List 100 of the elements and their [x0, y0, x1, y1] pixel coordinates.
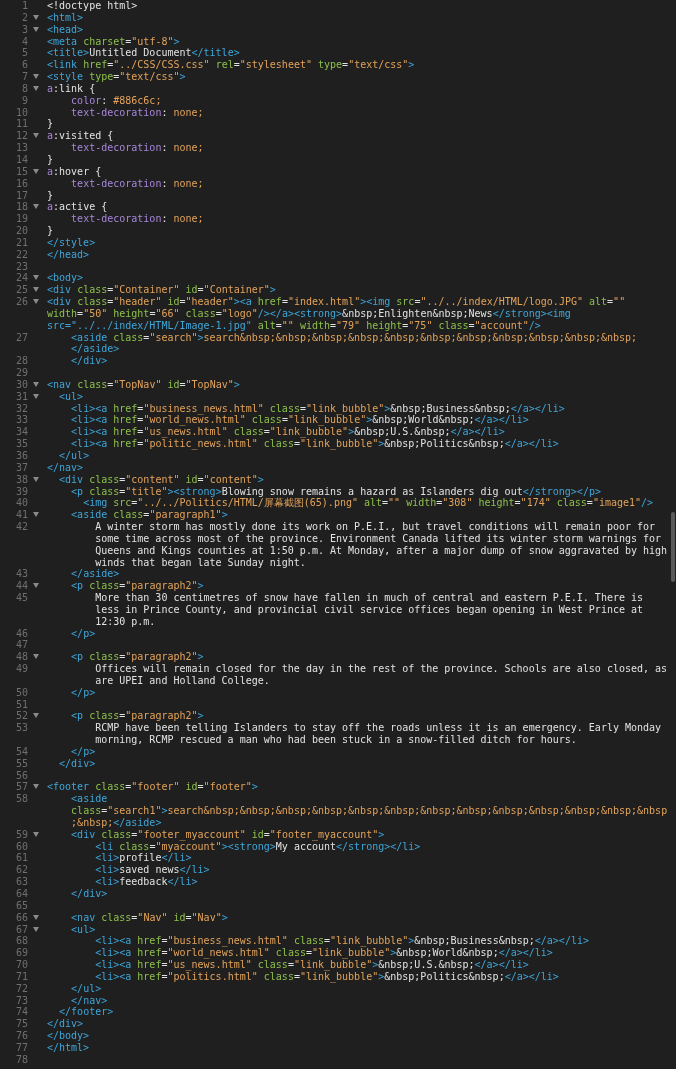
- code-line: <li><a href="business_news.html" class="link_bubble">&nbsp;Business&nbsp;</a></li>: [94, 935, 589, 948]
- line-number: 36: [14, 450, 28, 462]
- line-number: 12: [14, 130, 28, 143]
- line-number: 9: [20, 94, 28, 107]
- line-number: 77: [14, 1041, 28, 1054]
- code-line: </ul>: [70, 982, 102, 995]
- code-line: morning, RCMP rescued a man who had been stuck in a snow-filled ditch for hours.: [95, 734, 577, 746]
- code-line: </aside>: [70, 568, 120, 581]
- line-number: 35: [14, 438, 28, 450]
- line-number: 28: [14, 355, 28, 368]
- fold-arrow-icon[interactable]: [33, 914, 39, 920]
- code-line: ;&nbsp;</aside>: [70, 816, 162, 829]
- fold-arrow-icon[interactable]: [33, 784, 39, 790]
- fold-arrow-icon[interactable]: [33, 204, 39, 210]
- line-number: 40: [14, 497, 28, 510]
- code-line: </p>: [70, 686, 96, 699]
- fold-arrow-icon[interactable]: [33, 133, 39, 139]
- line-number: 59: [14, 828, 28, 841]
- code-line: }: [47, 225, 54, 237]
- fold-arrow-icon[interactable]: [33, 74, 39, 80]
- fold-arrow-icon[interactable]: [33, 831, 39, 837]
- code-line: text-decoration: none;: [70, 213, 204, 225]
- code-line: class="search1">search&nbsp;&nbsp;&nbsp;&nbsp;&nbsp;&nbsp;&nbsp;&nbsp;&nbsp;&nbsp;&nbsp;&nbsp;&nbsp: [70, 805, 668, 817]
- line-number: 22: [14, 248, 28, 261]
- line-number: 62: [14, 864, 28, 877]
- fold-arrow-icon[interactable]: [33, 926, 39, 932]
- line-number: 52: [14, 710, 28, 723]
- code-line: <title>Untitled Document</title>: [47, 47, 240, 60]
- line-number: 48: [14, 651, 28, 664]
- line-number: 51: [14, 698, 28, 711]
- line-number: 2: [20, 11, 28, 24]
- line-number: 78: [14, 1053, 28, 1066]
- code-line: <div class="footer_myaccount" id="footer_myaccount">: [70, 828, 385, 841]
- code-line: <p class="title"><strong>Blowing snow remains a hazard as Islanders dig out</strong></p>: [70, 485, 601, 497]
- fold-arrow-icon[interactable]: [33, 393, 39, 399]
- fold-arrow-icon[interactable]: [33, 654, 39, 660]
- line-number: 55: [14, 757, 28, 770]
- code-line: src="../../index/HTML/Image-1.jpg" alt="" width="79" height="75" class="account"/>: [47, 319, 541, 332]
- code-line: </html>: [47, 1041, 90, 1054]
- code-line: text-decoration: none;: [70, 106, 204, 119]
- code-line: <aside class="search">search&nbsp;&nbsp;&nbsp;&nbsp;&nbsp;&nbsp;&nbsp;&nbsp;&nbsp;&nbsp;&nbsp;: [70, 331, 638, 344]
- code-line: <footer class="footer" id="footer">: [47, 781, 258, 794]
- line-number: 6: [20, 59, 28, 72]
- code-line: </div>: [58, 757, 96, 770]
- line-number: 26: [14, 296, 28, 310]
- fold-arrow-icon[interactable]: [33, 287, 39, 293]
- code-line: </div>: [47, 1018, 84, 1031]
- code-line: </ul>: [58, 450, 90, 462]
- code-line: <head>: [47, 23, 84, 36]
- line-number: 54: [14, 745, 28, 758]
- line-number: 67: [14, 923, 28, 936]
- code-line: less in Prince County, and provincial civil service offices began opening in West Prince at: [94, 603, 644, 616]
- code-line: <meta charset="utf-8">: [47, 35, 180, 48]
- line-number: 37: [14, 461, 28, 474]
- code-line: <nav class="Nav" id="Nav">: [70, 911, 228, 924]
- line-number: 1: [20, 0, 28, 12]
- line-number: 75: [14, 1018, 28, 1031]
- line-number: 45: [14, 592, 28, 606]
- line-number: 17: [14, 189, 28, 202]
- line-number: 29: [14, 367, 28, 379]
- code-line: }: [47, 118, 54, 131]
- line-number: 19: [14, 213, 28, 226]
- fold-arrow-icon[interactable]: [33, 275, 39, 281]
- fold-arrow-icon[interactable]: [33, 85, 39, 91]
- line-number: 15: [14, 165, 28, 178]
- line-number: 11: [14, 118, 28, 131]
- code-line: </body>: [47, 1030, 90, 1042]
- line-number: 49: [14, 663, 28, 677]
- code-line: <li><a href="politics.html" class="link_bubble">&nbsp;Politics&nbsp;</a></li>: [94, 970, 559, 983]
- fold-arrow-icon[interactable]: [33, 583, 39, 589]
- code-line: <li><a href="world_news.html" class="link_bubble">&nbsp;World&nbsp;</a></li>: [70, 414, 529, 427]
- code-line: Queens and Kings counties at 1:50 p.m. At Monday, after a major dump of snow aggravated by high: [94, 544, 668, 557]
- code-line: <p class="paragraph2">: [70, 651, 204, 664]
- code-line: <li><a href="business_news.html" class="link_bubble">&nbsp;Business&nbsp;</a></li>: [70, 402, 565, 415]
- fold-arrow-icon[interactable]: [33, 26, 39, 32]
- code-line: Offices will remain closed for the day in the rest of the province. Schools are also closed, as: [94, 663, 668, 675]
- line-number: 42: [14, 521, 28, 535]
- fold-arrow-icon[interactable]: [33, 713, 39, 719]
- code-line: More than 30 centimetres of snow have fallen in much of central and eastern P.E.I. There is: [94, 592, 644, 604]
- line-number: 21: [14, 236, 28, 249]
- line-number: 4: [20, 35, 28, 48]
- fold-arrow-icon[interactable]: [33, 512, 39, 518]
- scrollbar-thumb[interactable]: [671, 512, 675, 582]
- line-number: 69: [14, 947, 28, 960]
- fold-arrow-icon[interactable]: [33, 476, 39, 482]
- line-number: 3: [20, 23, 28, 36]
- code-line: </div>: [70, 888, 108, 900]
- fold-arrow-icon[interactable]: [33, 381, 39, 387]
- code-line: text-decoration: none;: [70, 177, 204, 190]
- fold-arrow-icon[interactable]: [33, 14, 39, 20]
- line-number: 58: [14, 793, 28, 807]
- fold-arrow-icon[interactable]: [33, 299, 39, 305]
- code-line: winds that began late Sunday night.: [94, 556, 306, 569]
- code-line: }: [47, 153, 54, 166]
- code-line: </aside>: [70, 343, 120, 356]
- code-line: </p>: [70, 745, 96, 758]
- line-number: 25: [14, 284, 28, 297]
- fold-arrow-icon[interactable]: [33, 168, 39, 174]
- line-number: 76: [14, 1030, 28, 1042]
- line-number: 50: [14, 686, 28, 699]
